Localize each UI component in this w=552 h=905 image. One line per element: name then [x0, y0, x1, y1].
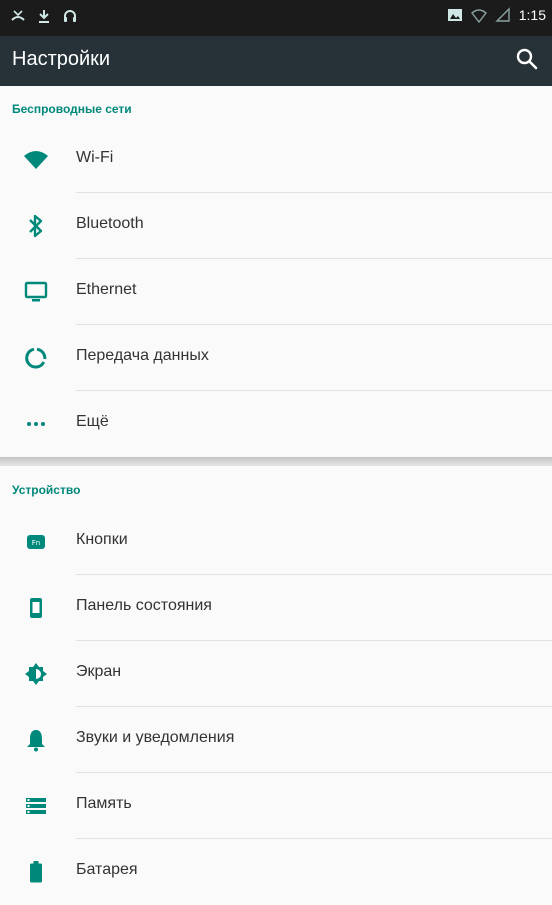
settings-item-sounds[interactable]: Звуки и уведомления — [0, 707, 552, 773]
wifi-icon — [470, 9, 487, 23]
svg-text:Fn: Fn — [32, 539, 40, 547]
settings-item-label: Память — [76, 795, 132, 812]
app-bar: Настройки — [0, 36, 552, 86]
download-icon — [39, 10, 49, 23]
missed-call-icon — [11, 10, 25, 21]
settings-item-battery[interactable]: Батарея — [0, 839, 552, 905]
settings-item-storage[interactable]: Память — [0, 773, 552, 839]
page-title: Настройки — [12, 48, 111, 70]
search-icon[interactable] — [514, 46, 540, 72]
section-title-device: Устройство — [12, 483, 81, 497]
settings-item-label: Батарея — [76, 861, 138, 878]
settings-item-label: Экран — [76, 663, 122, 680]
settings-item-display[interactable]: Экран — [0, 641, 552, 707]
section-title-wireless: Беспроводные сети — [12, 102, 132, 116]
settings-item-buttons[interactable]: Fn Кнопки — [0, 509, 552, 575]
settings-item-label: Ещё — [76, 413, 109, 430]
settings-item-data-usage[interactable]: Передача данных — [0, 325, 552, 391]
more-icon — [22, 410, 50, 438]
settings-item-status-bar[interactable]: Панель состояния — [0, 575, 552, 641]
section-device: Устройство Fn Кнопки Панель состояния Эк… — [0, 466, 552, 883]
section-separator — [0, 457, 552, 466]
fn-key-icon: Fn — [22, 528, 50, 556]
bell-icon — [22, 726, 50, 754]
settings-item-ethernet[interactable]: Ethernet — [0, 259, 552, 325]
status-bar-system: 1:15 — [447, 7, 546, 23]
image-icon — [447, 9, 462, 21]
status-bar: 1:15 — [0, 0, 552, 36]
settings-item-wifi[interactable]: Wi-Fi — [0, 127, 552, 193]
settings-item-label: Кнопки — [76, 531, 128, 548]
settings-item-label: Звуки и уведомления — [76, 729, 235, 746]
settings-item-bluetooth[interactable]: Bluetooth — [0, 193, 552, 259]
settings-item-label: Панель состояния — [76, 597, 212, 614]
settings-item-label: Bluetooth — [76, 215, 144, 232]
clock: 1:15 — [518, 7, 546, 23]
settings-item-more[interactable]: Ещё — [0, 391, 552, 457]
storage-icon — [22, 792, 50, 820]
signal-icon — [495, 7, 510, 22]
settings-item-label: Ethernet — [76, 281, 137, 298]
data-usage-icon — [22, 344, 50, 372]
status-bar-notifications — [10, 8, 78, 24]
settings-item-label: Wi-Fi — [76, 149, 114, 166]
phone-icon — [22, 594, 50, 622]
bluetooth-icon — [22, 212, 50, 240]
monitor-icon — [22, 278, 50, 306]
battery-icon — [22, 858, 50, 886]
settings-item-label: Передача данных — [76, 347, 209, 364]
brightness-icon — [22, 660, 50, 688]
section-wireless: Беспроводные сети Wi-Fi Bluetooth Ethern… — [0, 86, 552, 457]
wifi-icon — [22, 146, 50, 174]
headset-icon — [64, 10, 76, 22]
